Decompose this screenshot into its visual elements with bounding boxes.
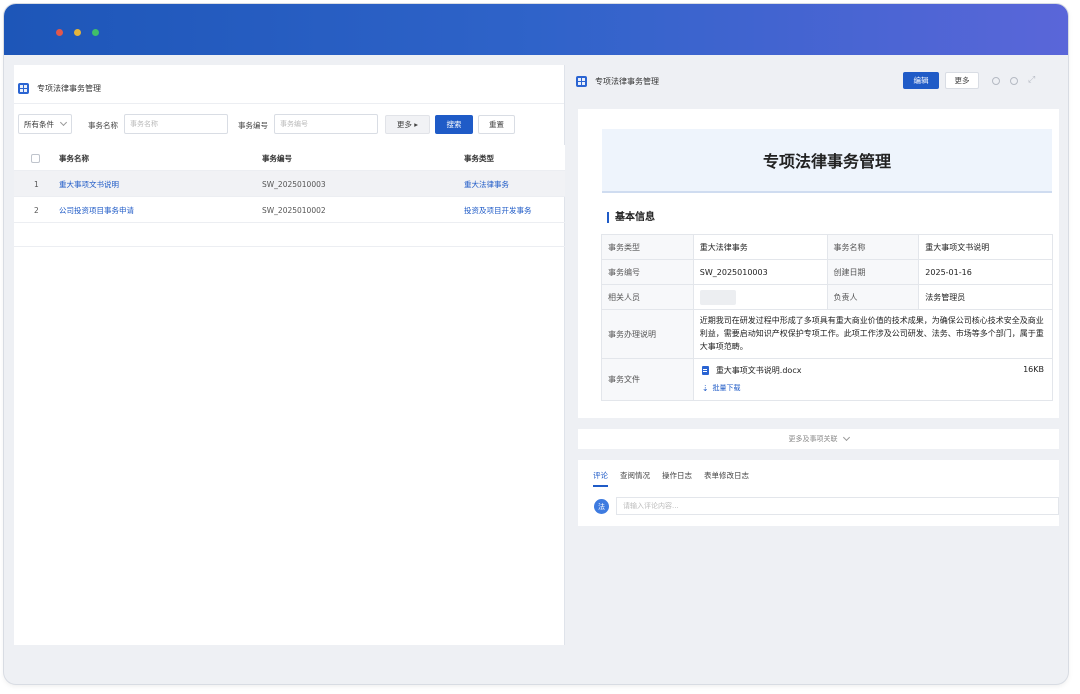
expand-icon[interactable]: ⤢ xyxy=(1028,76,1037,85)
row-code: SW_2025010002 xyxy=(262,205,326,215)
row-index: 1 xyxy=(34,179,39,189)
maximize-dot-icon[interactable] xyxy=(92,29,99,36)
more-relations-label: 更多及事项关联 xyxy=(788,435,838,443)
field-label: 相关人员 xyxy=(602,285,694,309)
table-row[interactable]: 1 重大事项文书说明 SW_2025010003 重大法律事务 xyxy=(14,171,565,197)
comment-input[interactable]: 请输入评论内容... xyxy=(616,497,1059,515)
row-index: 2 xyxy=(34,205,39,215)
download-icon: ⇣ xyxy=(701,383,709,393)
field-label: 事务编号 xyxy=(602,260,694,284)
table-header-row: 事务名称 事务编号 事务类型 xyxy=(14,145,565,171)
column-header-type[interactable]: 事务类型 xyxy=(464,145,494,171)
file-size: 16KB xyxy=(1023,365,1044,374)
detail-title: 专项法律事务管理 xyxy=(576,75,659,87)
divider xyxy=(14,103,564,104)
name-filter-input[interactable]: 事务名称 xyxy=(124,114,228,134)
batch-download-label: 批量下载 xyxy=(712,384,741,392)
field-value: 2025-01-16 xyxy=(919,260,1053,284)
row-type[interactable]: 投资及项目开发事务 xyxy=(464,197,532,223)
batch-download-link[interactable]: ⇣ 批量下载 xyxy=(702,383,741,393)
detail-title-text: 专项法律事务管理 xyxy=(595,76,659,86)
row-type[interactable]: 重大法律事务 xyxy=(464,171,509,197)
app-grid-icon xyxy=(576,75,587,87)
app-window: 专项法律事务管理 所有条件 事务名称 事务名称 事务编号 事务编号 更多 ▸ 搜… xyxy=(4,4,1068,684)
previous-icon[interactable] xyxy=(992,77,1000,85)
file-link[interactable]: 重大事项文书说明.docx xyxy=(701,365,802,376)
section-title: 基本信息 xyxy=(607,212,655,223)
app-grid-icon xyxy=(18,82,29,94)
table-row[interactable]: 2 公司投资项目事务申请 SW_2025010002 投资及项目开发事务 xyxy=(14,197,565,223)
row-name-link[interactable]: 重大事项文书说明 xyxy=(59,171,119,197)
column-header-code[interactable]: 事务编号 xyxy=(262,145,292,171)
column-header-name[interactable]: 事务名称 xyxy=(59,145,89,171)
description-value: 近期我司在研发过程中形成了多项具有重大商业价值的技术成果，为确保公司核心技术安全… xyxy=(694,310,1053,358)
avatar: 法 xyxy=(594,499,609,514)
field-value: 重大法律事务 xyxy=(694,235,828,259)
field-label: 事务办理说明 xyxy=(602,310,694,358)
table-empty-row xyxy=(14,223,565,247)
title-bar xyxy=(4,4,1068,55)
more-button[interactable]: 更多 xyxy=(945,72,979,89)
list-panel: 专项法律事务管理 所有条件 事务名称 事务名称 事务编号 事务编号 更多 ▸ 搜… xyxy=(14,65,565,645)
tab-form-change-log[interactable]: 表单修改日志 xyxy=(704,470,749,487)
chevron-down-icon xyxy=(842,433,850,442)
comment-tabs: 评论 查阅情况 操作日志 表单修改日志 xyxy=(593,470,761,487)
comments-panel: 评论 查阅情况 操作日志 表单修改日志 法 请输入评论内容... xyxy=(578,460,1059,526)
file-name: 重大事项文书说明.docx xyxy=(715,366,802,375)
row-code: SW_2025010003 xyxy=(262,179,326,189)
document-icon xyxy=(701,366,709,375)
list-panel-title: 专项法律事务管理 xyxy=(18,82,101,94)
field-label: 事务文件 xyxy=(602,359,694,400)
chevron-down-icon xyxy=(59,118,68,127)
close-dot-icon[interactable] xyxy=(56,29,63,36)
field-value: 法务管理员 xyxy=(919,285,1053,309)
all-conditions-select[interactable]: 所有条件 xyxy=(18,114,72,134)
field-label: 事务名称 xyxy=(827,235,920,259)
reset-button[interactable]: 重置 xyxy=(478,115,515,134)
field-value: SW_2025010003 xyxy=(694,260,828,284)
detail-card: 专项法律事务管理 基本信息 事务类型 重大法律事务 事务名称 重大事项文书说明 … xyxy=(578,109,1059,418)
minimize-dot-icon[interactable] xyxy=(74,29,81,36)
blurred-name-placeholder xyxy=(699,289,736,305)
tab-operation-log[interactable]: 操作日志 xyxy=(662,470,692,487)
field-value: 重大事项文书说明 xyxy=(919,235,1053,259)
next-icon[interactable] xyxy=(1010,77,1018,85)
basic-info-table: 事务类型 重大法律事务 事务名称 重大事项文书说明 事务编号 SW_202501… xyxy=(601,234,1053,401)
code-filter-label: 事务编号 xyxy=(238,121,268,130)
tab-comments[interactable]: 评论 xyxy=(593,470,608,487)
all-conditions-label: 所有条件 xyxy=(24,119,54,129)
matters-table: 事务名称 事务编号 事务类型 1 重大事项文书说明 SW_2025010003 … xyxy=(14,145,565,247)
detail-banner-title: 专项法律事务管理 xyxy=(602,129,1052,193)
tab-views[interactable]: 查阅情况 xyxy=(620,470,650,487)
detail-header: 专项法律事务管理 编辑 更多 ⤢ xyxy=(576,65,1066,99)
row-name-link[interactable]: 公司投资项目事务申请 xyxy=(59,197,134,223)
code-filter-input[interactable]: 事务编号 xyxy=(274,114,378,134)
field-label: 负责人 xyxy=(827,285,920,309)
related-people-value xyxy=(694,285,828,309)
file-cell: 重大事项文书说明.docx 16KB ⇣ 批量下载 xyxy=(694,359,1053,400)
field-label: 事务类型 xyxy=(602,235,694,259)
name-filter-label: 事务名称 xyxy=(88,121,118,130)
more-filters-button[interactable]: 更多 ▸ xyxy=(385,115,430,134)
field-label: 创建日期 xyxy=(827,260,920,284)
search-button[interactable]: 搜索 xyxy=(435,115,473,134)
list-panel-title-text: 专项法律事务管理 xyxy=(37,83,101,93)
more-relations-toggle[interactable]: 更多及事项关联 xyxy=(578,429,1059,449)
select-all-checkbox[interactable] xyxy=(31,153,40,163)
edit-button[interactable]: 编辑 xyxy=(903,72,939,89)
